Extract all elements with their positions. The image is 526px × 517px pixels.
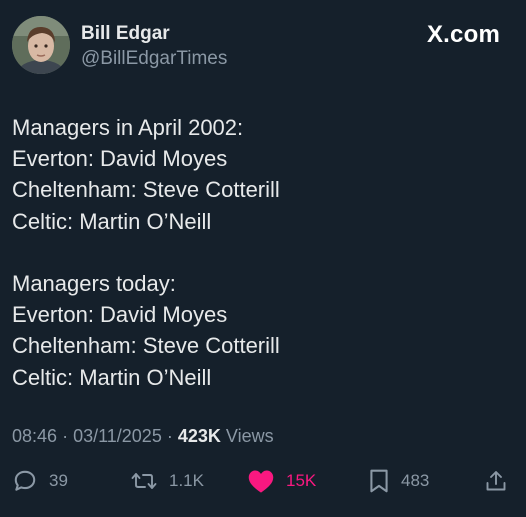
- share-icon: [486, 471, 506, 491]
- author-display-name[interactable]: Bill Edgar: [81, 22, 170, 46]
- like-button[interactable]: 15K: [247, 465, 316, 497]
- avatar[interactable]: [12, 16, 70, 74]
- tweet-line: Cheltenham: Steve Cotterill: [12, 177, 280, 203]
- tweet-text: Managers in April 2002: Everton: David M…: [12, 112, 512, 393]
- tweet-line: Cheltenham: Steve Cotterill: [12, 333, 280, 359]
- tweet-line: Everton: David Moyes: [12, 146, 228, 172]
- brand-watermark: X.com: [426, 21, 500, 48]
- tweet-date[interactable]: 03/11/2025: [73, 426, 162, 446]
- profile-photo-icon: [12, 16, 70, 74]
- retweet-icon: [131, 473, 157, 489]
- meta-separator: ·: [62, 426, 69, 446]
- retweet-button[interactable]: 1.1K: [130, 465, 204, 497]
- tweet-line: Managers today:: [12, 270, 176, 296]
- action-bar: 39 1.1K 15K 483: [0, 465, 526, 497]
- like-count: 15K: [286, 471, 317, 490]
- reply-button[interactable]: 39: [12, 465, 68, 497]
- bookmark-count: 483: [401, 471, 430, 490]
- tweet-time[interactable]: 08:46: [12, 426, 57, 446]
- tweet-line: Everton: David Moyes: [12, 302, 228, 328]
- tweet-line: Celtic: Martin O’Neill: [12, 208, 212, 234]
- share-button[interactable]: [484, 465, 508, 497]
- tweet-line: Managers in April 2002:: [12, 115, 244, 140]
- views-label: Views: [225, 426, 274, 446]
- views-count: 423K: [177, 426, 221, 446]
- reply-icon: [14, 470, 36, 491]
- meta-separator: ·: [166, 426, 173, 446]
- bookmark-button[interactable]: 483: [368, 465, 429, 497]
- bookmark-icon: [370, 469, 388, 493]
- retweet-count: 1.1K: [169, 471, 204, 490]
- author-handle[interactable]: @BillEdgarTimes: [81, 47, 227, 71]
- tweet-meta: 08:46 · 03/11/2025 · 423K Views: [12, 424, 274, 448]
- reply-count: 39: [49, 471, 68, 490]
- tweet-line: Celtic: Martin O’Neill: [12, 364, 212, 390]
- heart-icon: [248, 470, 274, 493]
